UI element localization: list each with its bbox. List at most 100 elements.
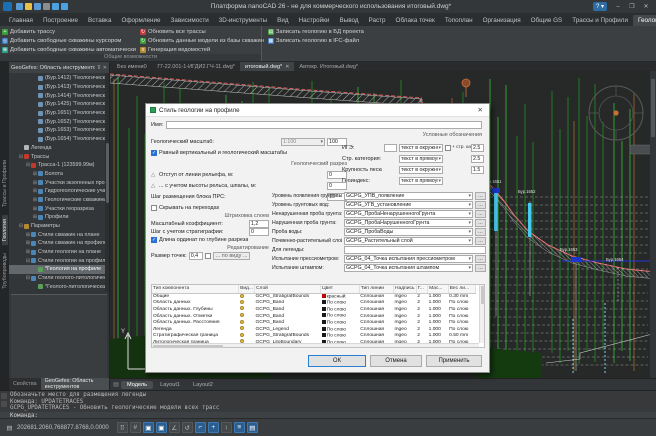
table-row[interactable]: Стратиграфическая границаGCPG_Stratigraf… bbox=[152, 333, 476, 340]
symbol-mode-select[interactable]: текст в окружности▾ bbox=[399, 144, 443, 152]
ribbon-tab-Растр[interactable]: Растр bbox=[364, 15, 391, 26]
visibility-bulb-icon[interactable] bbox=[240, 306, 244, 310]
browse-button[interactable]: … bbox=[475, 255, 486, 263]
maximize-button[interactable]: ❐ bbox=[625, 1, 639, 12]
tree-item[interactable]: *Геолого-литологическая кол bbox=[9, 283, 109, 292]
marker-style-select[interactable]: GCPG_УПВ_появление▾ bbox=[344, 192, 473, 200]
symbol-value-input[interactable] bbox=[384, 144, 397, 152]
ribbon-tab-Зависимости[interactable]: Зависимости bbox=[166, 15, 214, 26]
palette-bottom-tab[interactable]: Свойства bbox=[9, 378, 41, 390]
selection-icon[interactable]: ▤ bbox=[247, 422, 258, 433]
visibility-bulb-icon[interactable] bbox=[240, 320, 244, 324]
str-cat-checkbox[interactable]: + стр. кат. bbox=[445, 145, 469, 151]
dialog-close-icon[interactable]: ✕ bbox=[476, 106, 485, 114]
tree-item[interactable]: ⊞Геологические скважины bbox=[9, 196, 109, 205]
document-tab[interactable]: итоговый.dwg*✕ bbox=[240, 62, 294, 71]
symbol-mode-select[interactable]: текст в окружности▾ bbox=[399, 166, 443, 174]
browse-button[interactable]: … bbox=[475, 210, 486, 218]
scale-icon[interactable]: ↕ bbox=[221, 422, 232, 433]
close-button[interactable]: ✕ bbox=[639, 1, 653, 12]
table-horizontal-scrollbar[interactable] bbox=[152, 343, 479, 347]
ribbon-button-add-trace[interactable]: +Добавить трассу bbox=[2, 28, 136, 36]
marker-style-select[interactable]: GCPG_Растительный слой▾ bbox=[344, 237, 473, 245]
ribbon-button-update-model[interactable]: ↻Обновить данные модели из базы скважин bbox=[140, 37, 264, 45]
layout-tab-Layout2[interactable]: Layout2 bbox=[187, 381, 219, 389]
ribbon-button-write-geology-db[interactable]: ▤Записать геологию в БД проекта bbox=[268, 28, 364, 36]
dialog-title-bar[interactable]: Стиль геологии на профиле ✕ bbox=[146, 104, 489, 117]
snap-grid-icon[interactable]: # bbox=[130, 422, 141, 433]
visibility-bulb-icon[interactable] bbox=[240, 333, 244, 337]
tree-item[interactable]: (Бур.1654) "Геологическая скважи bbox=[9, 135, 109, 144]
visibility-cell[interactable] bbox=[239, 326, 255, 333]
polar-tracking-icon[interactable]: ↺ bbox=[182, 422, 193, 433]
marker-style-select[interactable]: GCPG_УГВ_установление▾ bbox=[344, 201, 473, 209]
visibility-cell[interactable] bbox=[239, 300, 255, 307]
ribbon-button-write-geology-ifc[interactable]: ▦Записать геологию в IFC-файл bbox=[268, 37, 364, 45]
ribbon-button-add-wells-auto[interactable]: ⊕Добавить свободные скважины автоматичес… bbox=[2, 46, 136, 54]
table-header[interactable]: Вес ли... bbox=[448, 285, 475, 293]
help-button[interactable]: ? ▾ bbox=[593, 2, 607, 11]
visibility-cell[interactable] bbox=[239, 319, 255, 326]
browse-button[interactable]: … bbox=[475, 264, 486, 272]
tree-item[interactable]: (Бур.1653) "Геологическая скважи bbox=[9, 126, 109, 135]
checkbox[interactable] bbox=[445, 145, 451, 151]
legend-input[interactable] bbox=[344, 246, 486, 254]
symbol-size-input[interactable] bbox=[471, 155, 484, 163]
ribbon-tab-Вид[interactable]: Вид bbox=[272, 15, 293, 26]
marker-style-select[interactable]: GCPG_04_Точка испытания прессиометром▾ bbox=[344, 255, 473, 263]
tree-item[interactable]: ⊞Профили bbox=[9, 213, 109, 222]
ribbon-button-generate-reports[interactable]: ≡Генерация ведомостей bbox=[140, 46, 264, 54]
style-name-input[interactable] bbox=[166, 121, 482, 129]
tree-item[interactable]: ⊞Участки георазреза bbox=[9, 204, 109, 213]
ribbon-tab-Вставка[interactable]: Вставка bbox=[83, 15, 116, 26]
ribbon-tab-Вывод[interactable]: Вывод bbox=[334, 15, 363, 26]
tree-item[interactable]: ⊟Трассы bbox=[9, 152, 109, 161]
symbol-size-input[interactable] bbox=[471, 144, 484, 152]
ribbon-tab-Главная[interactable]: Главная bbox=[4, 15, 38, 26]
visibility-cell[interactable] bbox=[239, 306, 255, 313]
tree-item[interactable]: (Бур.1652) "Геологическая скважи bbox=[9, 117, 109, 126]
redo-icon[interactable] bbox=[61, 3, 68, 10]
table-header[interactable]: Мас... bbox=[428, 285, 449, 293]
tree-item[interactable]: ⊟Параметры bbox=[9, 222, 109, 231]
palette-bottom-tab[interactable]: GeoGefes: Область инструментов bbox=[41, 378, 109, 390]
osnap-icon[interactable]: ▣ bbox=[143, 422, 154, 433]
table-vertical-scrollbar[interactable] bbox=[479, 285, 484, 343]
table-row[interactable]: Область данных. РасстоянияGCPG_BandПо сл… bbox=[152, 319, 476, 326]
browse-button[interactable]: … bbox=[475, 219, 486, 227]
table-row[interactable]: Область данных. ОтметкиGCPG_BandПо слоюС… bbox=[152, 313, 476, 320]
table-header[interactable]: Вид... bbox=[239, 285, 255, 293]
ok-button[interactable]: ОК bbox=[308, 355, 366, 367]
apply-button[interactable]: Применить bbox=[426, 355, 482, 367]
table-header[interactable]: Г... bbox=[416, 285, 427, 293]
tree-item[interactable]: ⊞Стили скважин на профиле bbox=[9, 239, 109, 248]
visibility-bulb-icon[interactable] bbox=[240, 313, 244, 317]
palette-tab-Трубопроводы[interactable]: Трубопроводы bbox=[2, 253, 8, 289]
tree-scrollbar[interactable] bbox=[105, 73, 109, 292]
tree-item[interactable]: ⊞Гидрогеологические участки bbox=[9, 187, 109, 196]
document-tab[interactable]: 77-22.001-1-ИГДИ2.ГЧ-11.dwg* bbox=[152, 62, 240, 71]
tree-item[interactable]: ⊟Стили геологии на профиле bbox=[9, 256, 109, 265]
visibility-cell[interactable] bbox=[239, 293, 255, 300]
tree-item[interactable]: (Бур.1412) "Геологическая скважи bbox=[9, 74, 109, 83]
table-header[interactable]: Слой bbox=[255, 285, 321, 293]
marker-style-select[interactable]: GCPG_ПробаНенарушенногоГрунта▾ bbox=[344, 210, 473, 218]
tree-item[interactable]: ⊞Стили геологии на плане bbox=[9, 248, 109, 257]
table-row[interactable]: ЛегендаGCPG_LegendПо слоюСплошнаяmgeo21.… bbox=[152, 326, 476, 333]
otrack-icon[interactable]: ⌐ bbox=[195, 422, 206, 433]
tree-item[interactable]: ⊟Стили геолого-литологических кол bbox=[9, 274, 109, 283]
new-file-icon[interactable] bbox=[16, 3, 23, 10]
visibility-bulb-icon[interactable] bbox=[240, 300, 244, 304]
checkbox[interactable] bbox=[151, 205, 157, 211]
ribbon-tab-Настройки[interactable]: Настройки bbox=[294, 15, 335, 26]
layout-tab-Layout1[interactable]: Layout1 bbox=[154, 381, 186, 389]
table-header[interactable]: Тип линии bbox=[359, 285, 393, 293]
visibility-cell[interactable] bbox=[239, 333, 255, 340]
layout-list-icon[interactable]: ▤ bbox=[112, 381, 120, 388]
tree-item[interactable]: (Бур.1413) "Геологическая скважи bbox=[9, 83, 109, 92]
tree-item[interactable]: (Бур.1425) "Геологическая скважи bbox=[9, 100, 109, 109]
table-row[interactable]: Область данных. ГлубиныGCPG_BandПо слоюС… bbox=[152, 306, 476, 313]
undo-icon[interactable] bbox=[52, 3, 59, 10]
status-menu-icon[interactable]: ▤ bbox=[4, 422, 15, 433]
marker-style-select[interactable]: GCPG_ПробаНарушенногоГрунта▾ bbox=[344, 219, 473, 227]
